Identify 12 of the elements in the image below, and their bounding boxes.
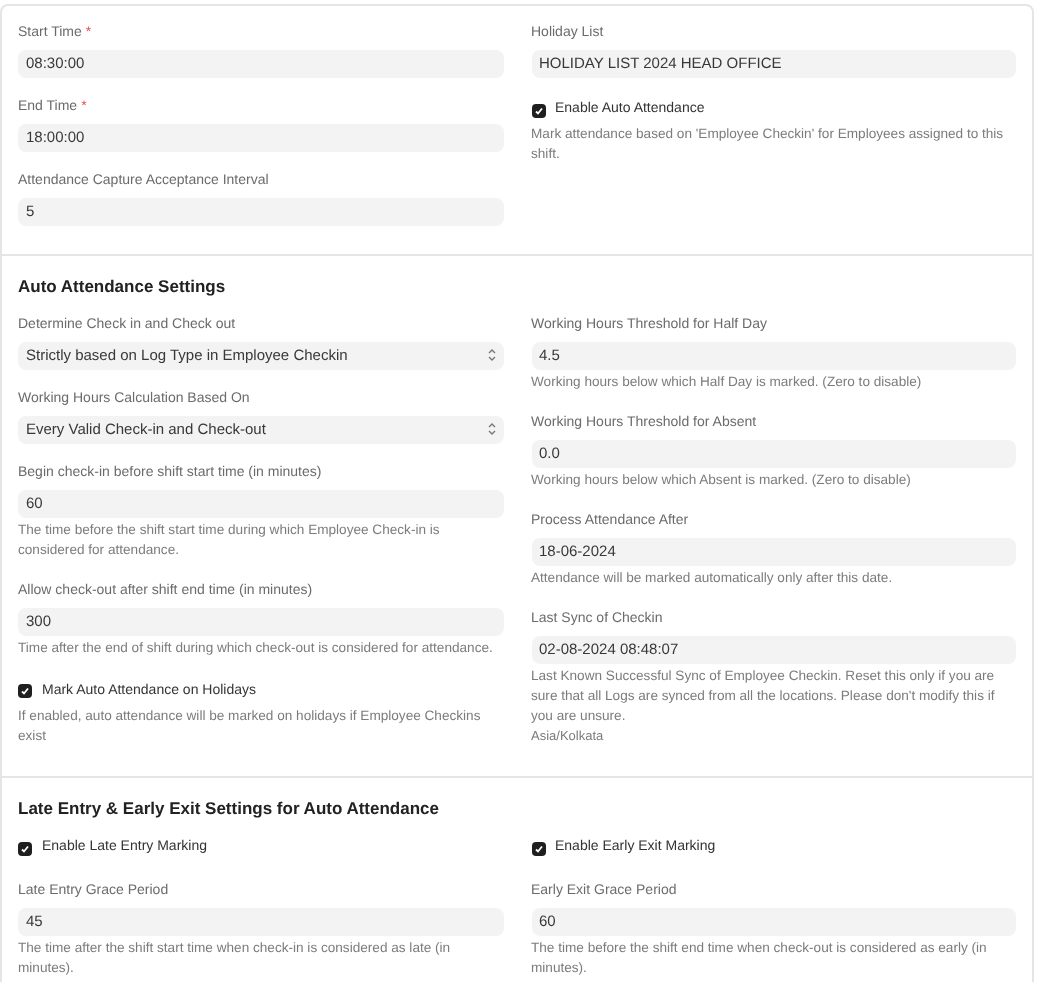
section-title: Late Entry & Early Exit Settings for Auto Attendance [18, 795, 441, 821]
checkbox[interactable] [531, 103, 545, 117]
checkbox[interactable] [18, 842, 32, 856]
check-icon [20, 844, 30, 854]
check-icon [533, 844, 543, 854]
check-icon [533, 105, 543, 115]
updown-caret-icon [487, 348, 495, 363]
checkbox[interactable] [531, 842, 545, 856]
updown-caret-icon [487, 422, 495, 437]
section-title: Auto Attendance Settings [18, 274, 228, 300]
checkbox[interactable] [18, 684, 32, 699]
check-icon [20, 686, 30, 697]
